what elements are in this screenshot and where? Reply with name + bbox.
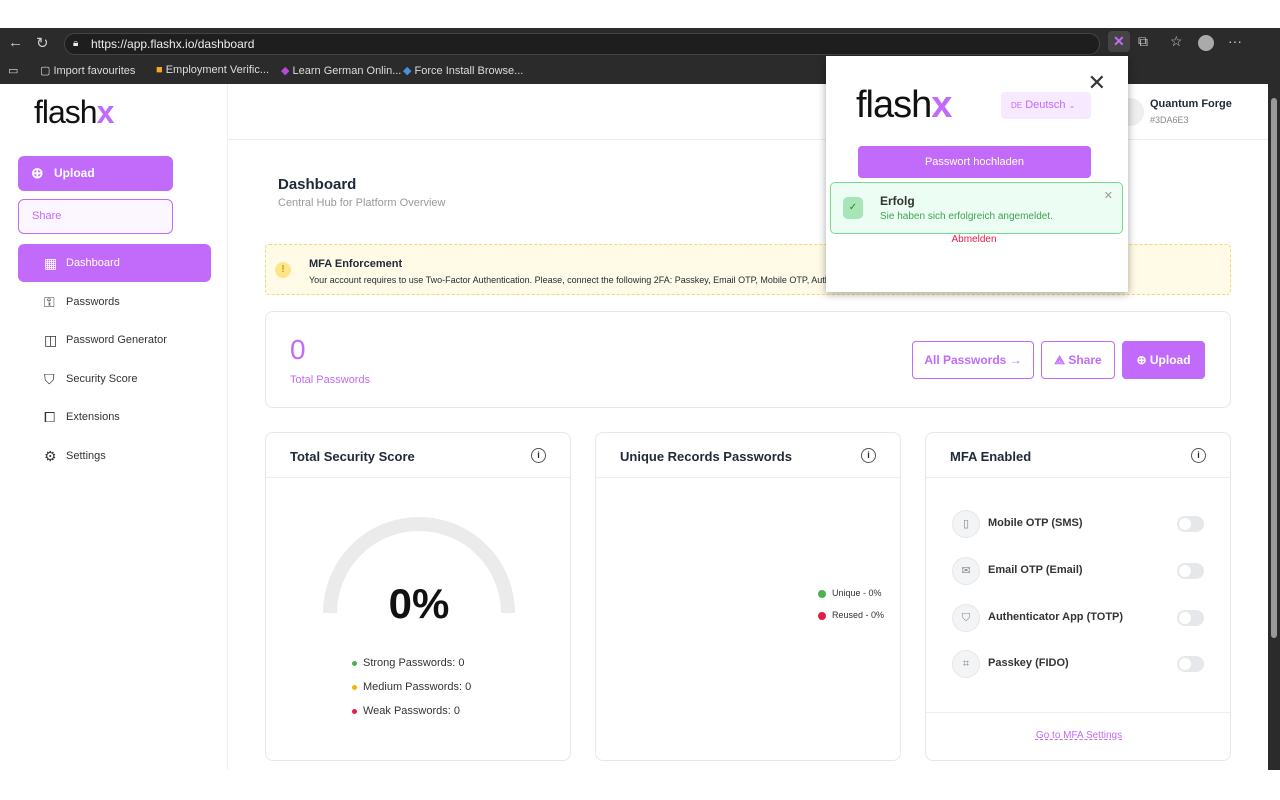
bookmark-label: Force Install Browse... xyxy=(414,65,524,77)
language-select[interactable]: DE Deutsch ⌄ xyxy=(1001,92,1091,119)
card-title: MFA Enabled xyxy=(926,433,1230,478)
scrollbar[interactable] xyxy=(1268,84,1280,770)
info-icon[interactable]: i xyxy=(861,448,876,463)
warning-icon: ! xyxy=(275,262,291,278)
url-text: https://app.flashx.io/dashboard xyxy=(91,37,255,51)
alert-title: MFA Enforcement xyxy=(309,258,403,270)
email-toggle[interactable] xyxy=(1177,563,1204,579)
sms-toggle[interactable] xyxy=(1177,516,1204,532)
chevron-down-icon: ⌄ xyxy=(1068,101,1076,110)
extension-popup: ✕ flashx DE Deutsch ⌄ Passwort hochladen… xyxy=(826,56,1128,292)
share-icon: ⟁ xyxy=(1054,353,1065,367)
profile-avatar[interactable] xyxy=(1198,35,1214,51)
mfa-row-email: ✉ Email OTP (Email) xyxy=(952,557,1204,587)
toast-text: Sie haben sich erfolgreich angemeldet. xyxy=(880,211,1053,222)
bookmark[interactable]: ◆ Learn German Onlin... xyxy=(281,64,401,77)
passkey-toggle[interactable] xyxy=(1177,656,1204,672)
all-passwords-button[interactable]: All Passwords → xyxy=(912,341,1034,379)
plus-icon: ⊕ xyxy=(1136,353,1147,367)
share-button[interactable]: Share xyxy=(18,199,173,234)
lock-icon: 🔒︎ xyxy=(73,38,79,49)
tab-actions-icon[interactable]: ▭ xyxy=(8,64,18,77)
menu-icon[interactable]: ··· xyxy=(1228,33,1242,49)
favorites-icon[interactable]: ☆ xyxy=(1170,33,1183,50)
info-icon[interactable]: i xyxy=(1191,448,1206,463)
totp-toggle[interactable] xyxy=(1177,610,1204,626)
sidebar-item-passwords[interactable]: ⚿ Passwords xyxy=(18,283,211,321)
address-bar[interactable]: 🔒︎ https://app.flashx.io/dashboard xyxy=(64,33,1100,55)
medium-legend: Medium Passwords: 0 xyxy=(352,681,471,693)
unique-records-card: Unique Records Passwords i Unique - 0% R… xyxy=(595,432,901,761)
share-button[interactable]: ⟁ Share xyxy=(1041,341,1115,379)
card-title: Unique Records Passwords xyxy=(596,433,900,478)
mfa-row-totp: ⛉ Authenticator App (TOTP) xyxy=(952,604,1204,634)
mail-icon: ✉ xyxy=(952,557,980,585)
sidebar-item-extensions[interactable]: ⧠ Extensions xyxy=(18,398,211,436)
flashx-extension-icon[interactable]: ✕ xyxy=(1108,31,1130,52)
total-count: 0 xyxy=(290,334,306,365)
mfa-card: MFA Enabled i ▯ Mobile OTP (SMS) ✉ Email O… xyxy=(925,432,1231,761)
back-icon[interactable]: ← xyxy=(8,34,23,51)
sidebar: flashx ⊕ Upload Share ▦ Dashboard ⚿ Passwor… xyxy=(2,84,228,770)
upload-button[interactable]: ⊕ Upload xyxy=(1122,341,1205,379)
weak-legend: Weak Passwords: 0 xyxy=(352,705,460,717)
sidebar-item-settings[interactable]: ⚙ Settings xyxy=(18,437,211,475)
bookmark-label: Employment Verific... xyxy=(165,64,270,76)
phone-icon: ▯ xyxy=(952,510,980,538)
generator-icon: ◫ xyxy=(44,332,58,348)
grid-icon: ▦ xyxy=(44,255,58,271)
logout-link[interactable]: Abmelden xyxy=(826,234,1122,245)
reload-icon[interactable]: ↻ xyxy=(36,34,49,52)
toast-close-icon[interactable]: ✕ xyxy=(1104,189,1113,202)
toast-title: Erfolg xyxy=(880,194,915,208)
bookmark[interactable]: ◆ Force Install Browse... xyxy=(403,64,523,77)
page-subtitle: Central Hub for Platform Overview xyxy=(278,197,446,209)
upload-button[interactable]: ⊕ Upload xyxy=(18,156,173,191)
fingerprint-icon: ⌗ xyxy=(952,650,980,678)
sidebar-item-dashboard[interactable]: ▦ Dashboard xyxy=(18,244,211,282)
arrow-right-icon: → xyxy=(1009,353,1022,367)
check-shield-icon: ✓ xyxy=(843,197,863,219)
close-icon[interactable]: ✕ xyxy=(1088,70,1106,96)
upload-password-button[interactable]: Passwort hochladen xyxy=(858,146,1091,178)
shield-check-icon: ⛉ xyxy=(952,604,980,632)
bookmark-label: Learn German Onlin... xyxy=(292,65,402,77)
shield-icon: ⛉ xyxy=(44,371,55,387)
logo: flashx xyxy=(34,94,114,130)
alert-text: Your account requires to use Two-Factor … xyxy=(309,275,835,285)
bookmark[interactable]: ■ Employment Verific... xyxy=(156,64,269,76)
score-percent: 0% xyxy=(388,580,450,627)
card-title: Total Security Score xyxy=(266,433,570,478)
bookmark[interactable]: ▢ Import favourites xyxy=(40,64,135,77)
puzzle-icon: ⧠ xyxy=(44,409,56,425)
key-icon: ⚿ xyxy=(44,294,55,310)
mfa-settings-link[interactable]: Go to MFA Settings xyxy=(926,730,1232,741)
unique-legend: Unique - 0% xyxy=(818,588,882,598)
gear-icon: ⚙ xyxy=(44,448,57,464)
mfa-row-passkey: ⌗ Passkey (FIDO) xyxy=(952,650,1204,680)
reused-legend: Reused - 0% xyxy=(818,610,884,620)
extensions-icon[interactable]: ⧉ xyxy=(1138,33,1148,50)
plus-icon: ⊕ xyxy=(31,165,44,182)
bookmark-label: Import favourites xyxy=(53,65,136,77)
user-name: Quantum Forge xyxy=(1150,98,1232,110)
popup-logo: flashx xyxy=(856,84,952,126)
page-title: Dashboard xyxy=(278,176,357,193)
mfa-row-sms: ▯ Mobile OTP (SMS) xyxy=(952,510,1204,540)
security-score-card: Total Security Score i 0% Strong Passwor… xyxy=(265,432,571,761)
sidebar-item-security-score[interactable]: ⛉ Security Score xyxy=(18,360,211,398)
user-id: #3DA6E3 xyxy=(1150,115,1189,125)
total-label: Total Passwords xyxy=(290,374,371,386)
success-toast: ✓ Erfolg Sie haben sich erfolgreich ange… xyxy=(830,182,1123,234)
strong-legend: Strong Passwords: 0 xyxy=(352,657,465,669)
info-icon[interactable]: i xyxy=(531,448,546,463)
sidebar-item-password-generator[interactable]: ◫ Password Generator xyxy=(18,321,211,359)
